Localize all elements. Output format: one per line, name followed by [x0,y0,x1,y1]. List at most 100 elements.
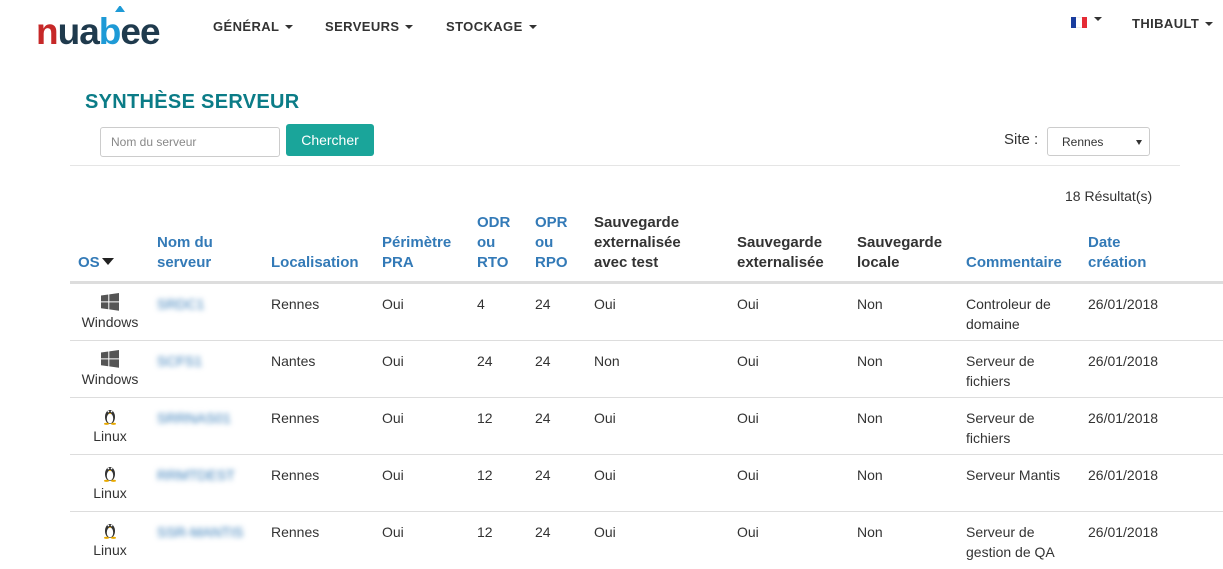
nav-stockage[interactable]: STOCKAGE [446,19,537,34]
header-commentaire[interactable]: Commentaire [966,253,1062,273]
server-name-link[interactable]: SCFS1 [157,351,202,371]
sauvegarde-ext-cell: Oui [737,410,759,426]
nav-general[interactable]: GÉNÉRAL [213,19,294,34]
rto-cell: 12 [477,467,493,483]
localisation-cell: Rennes [271,467,320,483]
sauvegarde-test-cell: Oui [594,467,616,483]
server-name-link[interactable]: SSR-MANTIS [157,522,243,542]
caret-down-icon [1205,22,1214,26]
header-line: ou [535,234,554,251]
rto-cell: 12 [477,524,493,540]
rpo-cell: 24 [535,296,551,312]
french-flag-icon[interactable] [1071,17,1087,28]
perimetre-cell: Oui [382,353,404,369]
header-line: locale [857,254,900,271]
date-cell: 26/01/2018 [1088,353,1159,369]
commentaire-line: Controleur de [966,296,1051,312]
sauvegarde-ext-cell: Oui [737,353,759,369]
commentaire-cell: Serveur de gestion de QA [966,522,1055,562]
rpo-cell: 24 [535,467,551,483]
sauvegarde-test-cell: Oui [594,524,616,540]
perimetre-cell: Oui [382,467,404,483]
page-title: SYNTHÈSE SERVEUR [85,91,300,113]
header-line: externalisée [594,234,681,251]
site-select-value: Rennes [1062,135,1104,149]
sauvegarde-locale-cell: Non [857,353,883,369]
sauvegarde-locale-cell: Non [857,467,883,483]
header-line: Périmètre [382,234,452,251]
rpo-cell: 24 [535,410,551,426]
nav-general-label: GÉNÉRAL [213,19,280,34]
localisation-cell: Nantes [271,353,316,369]
localisation-cell: Rennes [271,410,320,426]
sort-desc-icon [101,258,114,265]
header-date-creation[interactable]: Date création [1088,233,1146,273]
language-caret-icon[interactable] [1094,17,1102,21]
server-name-link[interactable]: SRDC1 [157,294,204,314]
header-line: Nom du [157,234,213,251]
os-cell: Linux [70,521,150,559]
localisation-cell: Rennes [271,296,320,312]
perimetre-cell: Oui [382,410,404,426]
header-line: PRA [382,254,414,271]
top-navbar: nuabee GÉNÉRAL SERVEURS STOCKAGE THIBAUL… [0,0,1223,56]
header-line: création [1088,254,1147,271]
server-name-link[interactable]: SRRNAS01 [157,408,231,428]
nav-serveurs[interactable]: SERVEURS [325,19,414,34]
table-row[interactable]: Linux SRRNAS01 Rennes Oui 12 24 Oui Oui … [70,397,1223,455]
table-row[interactable]: Linux RRMTDEST Rennes Oui 12 24 Oui Oui … [70,454,1223,512]
header-sauvegarde-externalisee: Sauvegarde externalisée [737,233,824,273]
header-opr-rpo[interactable]: OPR ou RPO [535,213,568,273]
windows-icon [101,350,119,368]
header-line: ou [477,234,496,251]
commentaire-cell: Serveur de fichiers [966,408,1034,448]
commentaire-line: gestion de QA [966,544,1055,560]
table-row[interactable]: Linux SSR-MANTIS Rennes Oui 12 24 Oui Ou… [70,511,1223,569]
server-search-input[interactable] [100,127,280,157]
os-cell: Linux [70,407,150,445]
commentaire-line: Serveur de [966,524,1035,540]
header-nom-serveur[interactable]: Nom du serveur [157,233,213,273]
os-cell: Linux [70,464,150,502]
rpo-cell: 24 [535,524,551,540]
sauvegarde-test-cell: Oui [594,296,616,312]
header-sauvegarde-test: Sauvegarde externalisée avec test [594,213,681,273]
date-cell: 26/01/2018 [1088,296,1159,312]
nuabee-logo[interactable]: nuabee [36,6,174,50]
header-line: Localisation [271,254,359,271]
rto-cell: 24 [477,353,493,369]
header-line: Sauvegarde [737,234,823,251]
commentaire-line: Serveur de [966,410,1035,426]
commentaire-cell: Serveur de fichiers [966,351,1034,391]
sauvegarde-locale-cell: Non [857,524,883,540]
header-os[interactable]: OS [78,253,114,273]
header-localisation[interactable]: Localisation [271,253,359,273]
rto-cell: 12 [477,410,493,426]
header-line: Sauvegarde [594,214,680,231]
header-odr-rto[interactable]: ODR ou RTO [477,213,510,273]
sauvegarde-ext-cell: Oui [737,524,759,540]
commentaire-line: Serveur Mantis [966,467,1061,483]
header-os-label: OS [78,254,100,271]
table-row[interactable]: Windows SRDC1 Rennes Oui 4 24 Oui Oui No… [70,283,1223,341]
windows-icon [101,293,119,311]
result-count: 18 Résultat(s) [1065,188,1153,204]
header-line: RTO [477,254,509,271]
server-name-link[interactable]: RRMTDEST [157,465,235,485]
os-cell: Windows [70,350,150,388]
header-line: Sauvegarde [857,234,943,251]
date-cell: 26/01/2018 [1088,524,1159,540]
header-perimetre-pra[interactable]: Périmètre PRA [382,233,451,273]
rto-cell: 4 [477,296,485,312]
user-menu[interactable]: THIBAULT [1132,16,1214,31]
os-label: Windows [81,371,139,387]
date-cell: 26/01/2018 [1088,410,1159,426]
commentaire-cell: Serveur Mantis [966,465,1060,485]
table-row[interactable]: Windows SCFS1 Nantes Oui 24 24 Non Oui N… [70,340,1223,398]
linux-icon [104,410,116,425]
site-select[interactable]: Rennes [1047,127,1150,156]
search-button[interactable]: Chercher [286,124,374,156]
header-line: Date [1088,234,1121,251]
caret-down-icon [528,25,537,29]
select-arrow-icon [1136,140,1142,145]
